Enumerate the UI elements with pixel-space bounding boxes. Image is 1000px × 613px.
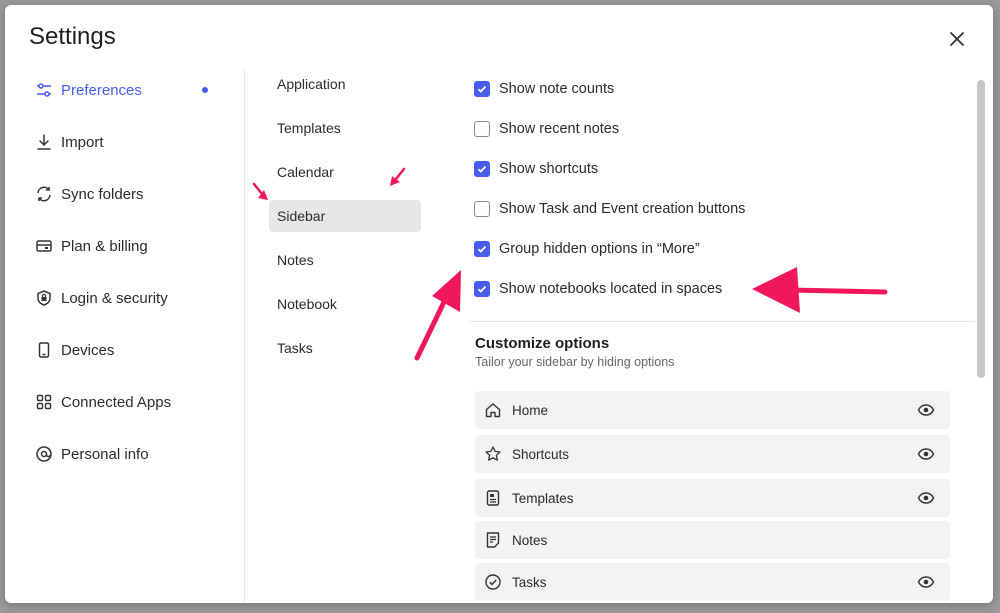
subnav-item-notebook[interactable]: Notebook: [269, 288, 421, 320]
eye-icon[interactable]: [917, 445, 935, 463]
close-button[interactable]: [945, 27, 969, 51]
nav-divider: [244, 68, 245, 603]
checkbox-checked[interactable]: [474, 241, 490, 257]
option-label: Show note counts: [499, 81, 615, 97]
customize-title: Customize options: [475, 335, 610, 352]
active-indicator-dot: [202, 87, 208, 93]
option-group-hidden-options[interactable]: Group hidden options in “More”: [474, 239, 700, 259]
row-label: Templates: [512, 490, 574, 506]
star-icon: [484, 445, 502, 463]
option-show-recent-notes[interactable]: Show recent notes: [474, 119, 619, 139]
nav-item-connected-apps[interactable]: Connected Apps: [35, 390, 171, 414]
option-show-note-counts[interactable]: Show note counts: [474, 79, 614, 99]
customize-row-home[interactable]: Home: [475, 391, 950, 429]
sync-icon: [35, 185, 53, 203]
row-label: Notes: [512, 532, 548, 548]
customize-row-notes[interactable]: Notes: [475, 521, 950, 559]
subnav-item-notes[interactable]: Notes: [269, 244, 421, 276]
customize-row-tasks[interactable]: Tasks: [475, 563, 950, 601]
row-label: Home: [512, 402, 549, 418]
settings-modal: Settings Preferences Import Sync folders: [5, 5, 993, 603]
nav-label: Preferences: [61, 81, 142, 99]
option-show-task-event-buttons[interactable]: Show Task and Event creation buttons: [474, 199, 745, 219]
at-sign-icon: [35, 445, 53, 463]
option-label: Show shortcuts: [499, 161, 599, 177]
apps-grid-icon: [35, 393, 53, 411]
checkbox-checked[interactable]: [474, 281, 490, 297]
option-label: Show Task and Event creation buttons: [499, 201, 746, 217]
customize-subtitle: Tailor your sidebar by hiding options: [475, 355, 675, 369]
credit-card-icon: [35, 237, 53, 255]
nav-label: Plan & billing: [61, 237, 148, 255]
nav-item-preferences[interactable]: Preferences: [35, 78, 142, 102]
checkbox-checked[interactable]: [474, 161, 490, 177]
eye-icon[interactable]: [917, 489, 935, 507]
nav-item-personal-info[interactable]: Personal info: [35, 442, 149, 466]
nav-item-plan-billing[interactable]: Plan & billing: [35, 234, 148, 258]
row-label: Shortcuts: [512, 446, 570, 462]
nav-label: Personal info: [61, 445, 149, 463]
option-label: Show notebooks located in spaces: [499, 281, 723, 297]
note-icon: [484, 531, 502, 549]
customize-row-templates[interactable]: Templates: [475, 479, 950, 517]
template-doc-icon: [484, 489, 502, 507]
check-circle-icon: [484, 573, 502, 591]
subnav-item-sidebar[interactable]: Sidebar: [269, 200, 421, 232]
customize-row-shortcuts[interactable]: Shortcuts: [475, 435, 950, 473]
option-label: Show recent notes: [499, 121, 620, 137]
row-label: Tasks: [512, 574, 547, 590]
option-show-shortcuts[interactable]: Show shortcuts: [474, 159, 598, 179]
sliders-icon: [35, 81, 53, 99]
subnav-item-application[interactable]: Application: [269, 68, 421, 100]
home-icon: [484, 401, 502, 419]
checkbox-unchecked[interactable]: [474, 121, 490, 137]
nav-label: Devices: [61, 341, 115, 359]
subnav-item-templates[interactable]: Templates: [269, 112, 421, 144]
nav-item-devices[interactable]: Devices: [35, 338, 114, 362]
section-divider: [470, 321, 975, 322]
close-icon: [950, 32, 964, 46]
nav-label: Import: [61, 133, 104, 151]
modal-title: Settings: [29, 23, 116, 50]
subnav-item-tasks[interactable]: Tasks: [269, 332, 421, 364]
checkbox-checked[interactable]: [474, 81, 490, 97]
nav-item-login-security[interactable]: Login & security: [35, 286, 168, 310]
nav-item-import[interactable]: Import: [35, 130, 104, 154]
checkbox-unchecked[interactable]: [474, 201, 490, 217]
phone-icon: [35, 341, 53, 359]
scrollbar[interactable]: [977, 80, 985, 378]
nav-label: Sync folders: [61, 185, 144, 203]
download-icon: [35, 133, 53, 151]
shield-lock-icon: [35, 289, 53, 307]
nav-label: Login & security: [61, 289, 168, 307]
eye-icon[interactable]: [917, 401, 935, 419]
nav-item-sync-folders[interactable]: Sync folders: [35, 182, 144, 206]
option-label: Group hidden options in “More”: [499, 241, 700, 257]
option-show-notebooks-in-spaces[interactable]: Show notebooks located in spaces: [474, 279, 722, 299]
subnav-item-calendar[interactable]: Calendar: [269, 156, 421, 188]
nav-label: Connected Apps: [61, 393, 172, 411]
eye-icon[interactable]: [917, 573, 935, 591]
